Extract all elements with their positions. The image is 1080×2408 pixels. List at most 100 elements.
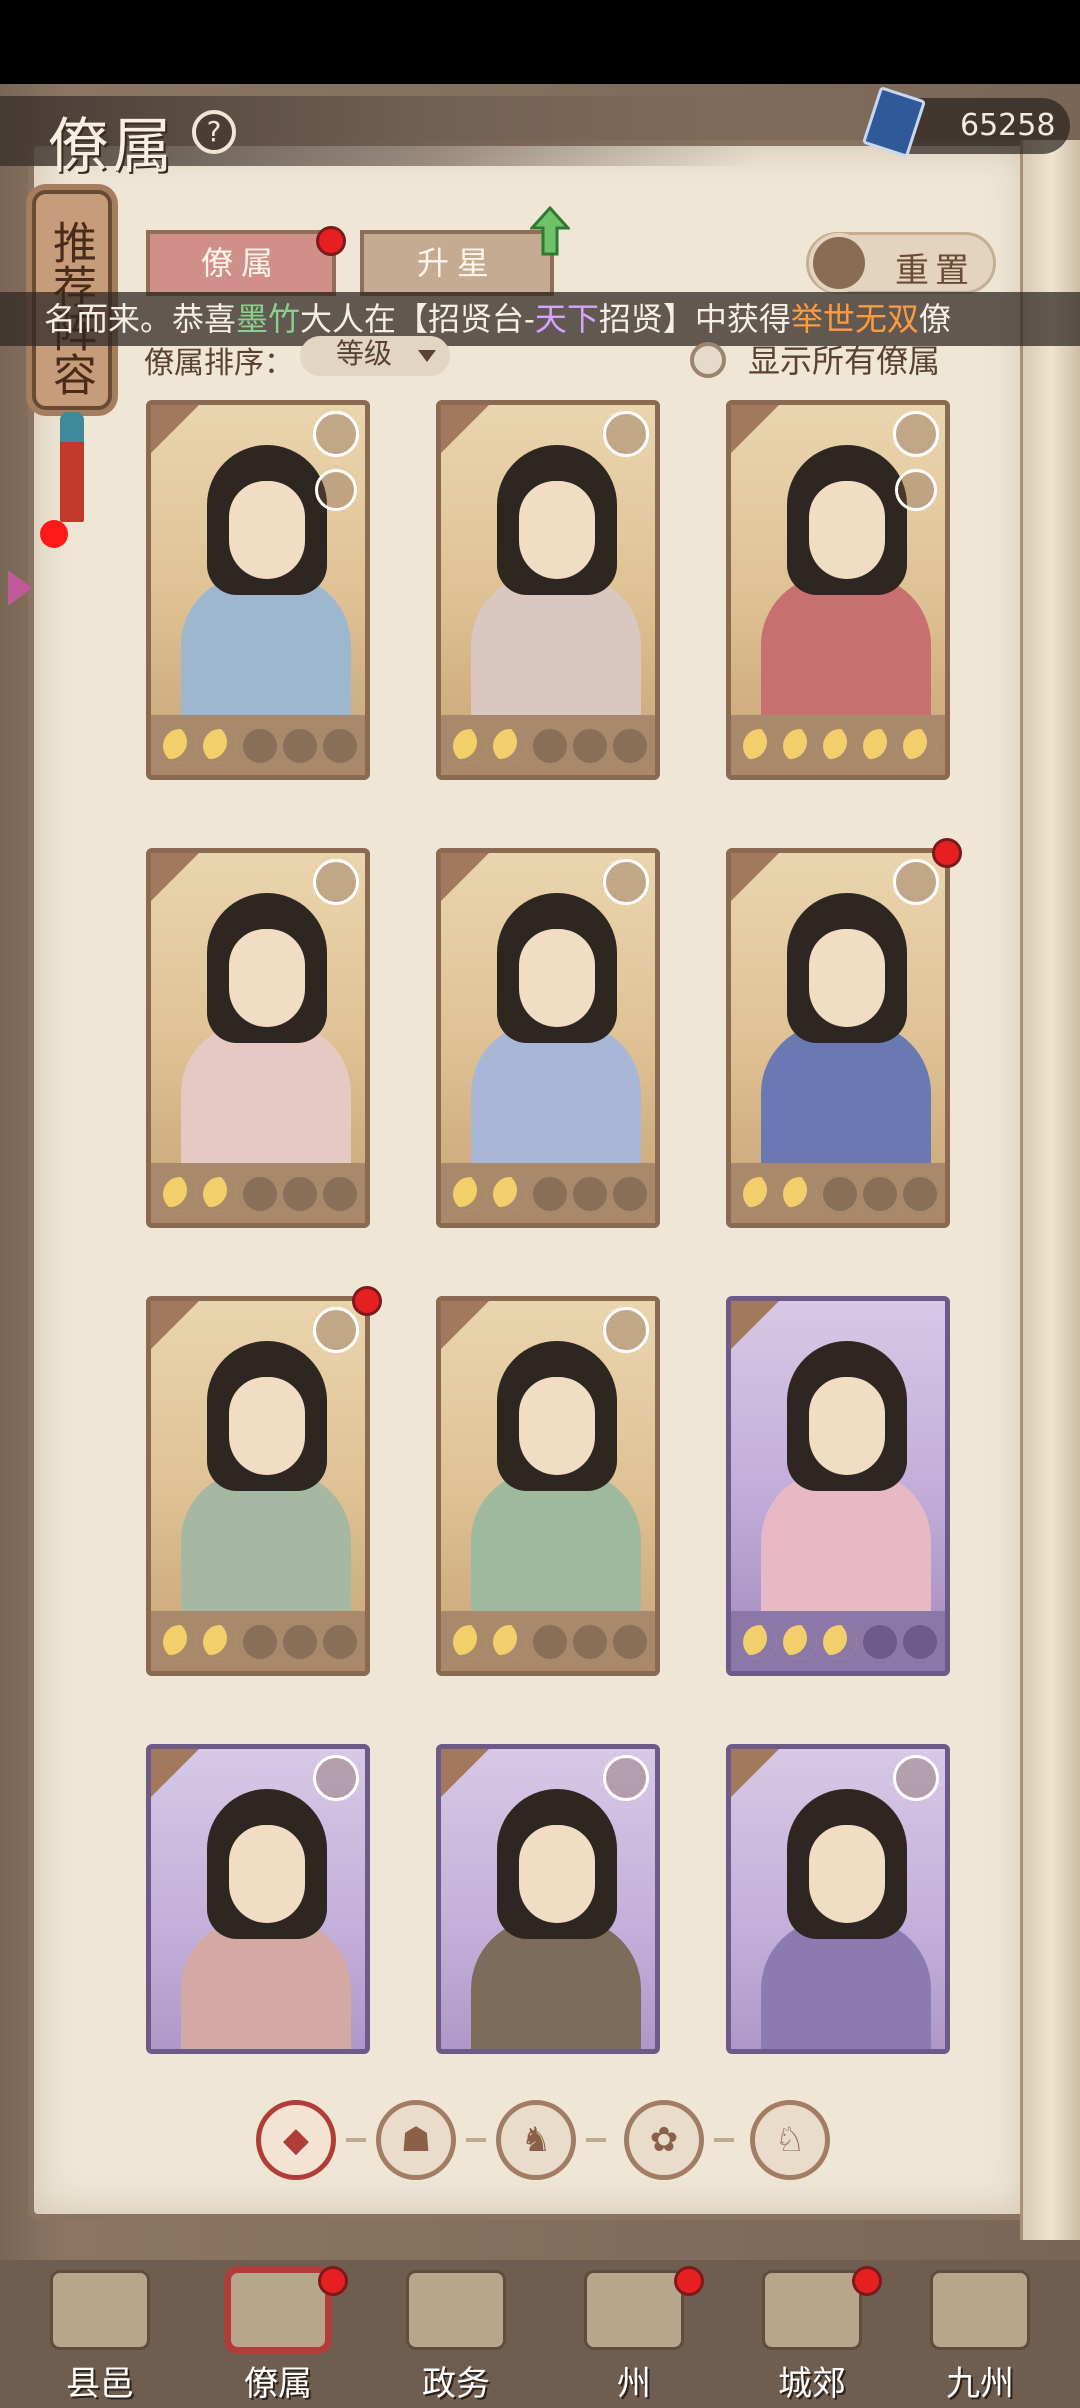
moon-star-filled-icon	[453, 729, 487, 763]
weapon-icon	[603, 1307, 649, 1353]
moon-star-filled-icon	[783, 1177, 817, 1211]
moon-star-filled-icon	[743, 729, 777, 763]
retainer-card[interactable]	[146, 400, 370, 780]
sort-dropdown[interactable]: 等级	[300, 336, 450, 376]
moon-star-empty-icon	[533, 1625, 567, 1659]
portrait-body	[471, 1023, 641, 1173]
portrait-face	[519, 1377, 595, 1475]
retainer-card[interactable]	[146, 848, 370, 1228]
moon-star-empty-icon	[243, 1177, 277, 1211]
nav-notification-dot	[852, 2266, 882, 2296]
portrait-face	[229, 481, 305, 579]
class-icon	[733, 1303, 763, 1333]
weapon-icon	[893, 411, 939, 457]
retainer-level: 1级	[157, 2049, 200, 2054]
team-badge	[315, 469, 357, 511]
filter-fan-button[interactable]: ✿	[624, 2100, 704, 2180]
moon-star-filled-icon	[783, 729, 817, 763]
class-icon	[733, 407, 763, 437]
weapon-icon	[603, 411, 649, 457]
portrait-face	[519, 929, 595, 1027]
retainer-card[interactable]	[436, 848, 660, 1228]
moon-star-filled-icon	[163, 1177, 197, 1211]
retainer-card[interactable]	[146, 1296, 370, 1676]
moon-star-empty-icon	[243, 729, 277, 763]
nav-item[interactable]: 政务	[376, 2270, 536, 2404]
portrait-body	[181, 575, 351, 725]
star-rating	[731, 1611, 945, 1671]
status-bar	[0, 0, 1080, 84]
retainer-card[interactable]	[726, 848, 950, 1228]
reset-button[interactable]: 重置	[806, 232, 996, 294]
moon-star-empty-icon	[903, 1625, 937, 1659]
filter-beast-button[interactable]: ♞	[496, 2100, 576, 2180]
filter-separator	[466, 2138, 486, 2142]
currency-display[interactable]: 65258	[861, 86, 1070, 158]
portrait-body	[761, 1471, 931, 1621]
side-expand-arrow-icon[interactable]	[8, 570, 32, 606]
portrait-body	[181, 1471, 351, 1621]
filter-horse-button[interactable]: ♘	[750, 2100, 830, 2180]
class-icon	[443, 1303, 473, 1333]
moon-star-empty-icon	[323, 1177, 357, 1211]
retainer-card[interactable]	[726, 1296, 950, 1676]
portrait-body	[471, 1471, 641, 1621]
chevron-down-icon	[418, 350, 436, 362]
weapon-icon	[603, 859, 649, 905]
moon-star-empty-icon	[243, 1625, 277, 1659]
portrait-body	[761, 1023, 931, 1173]
portrait-body	[761, 575, 931, 725]
class-icon	[153, 407, 183, 437]
portrait-body	[471, 575, 641, 725]
nav-label: 州	[617, 2364, 651, 2404]
moon-star-empty-icon	[903, 1177, 937, 1211]
star-rating	[441, 1163, 655, 1223]
weapon-icon	[313, 411, 359, 457]
help-icon[interactable]: ?	[192, 110, 236, 154]
nav-building-icon	[406, 2270, 506, 2350]
retainer-card[interactable]: 1级 入幕	[146, 1744, 370, 2054]
filter-all-button[interactable]: ◆	[256, 2100, 336, 2180]
retainer-level: 1级	[737, 2049, 780, 2054]
moon-star-empty-icon	[613, 1177, 647, 1211]
nav-label: 九州	[946, 2364, 1014, 2404]
class-icon	[443, 855, 473, 885]
portrait-body	[761, 1919, 931, 2049]
moon-star-empty-icon	[863, 1625, 897, 1659]
tab-retainers[interactable]: 僚属	[146, 230, 336, 296]
retainer-card[interactable]	[436, 1296, 660, 1676]
moon-star-filled-icon	[783, 1625, 817, 1659]
retainer-card[interactable]	[436, 400, 660, 780]
moon-star-empty-icon	[283, 729, 317, 763]
nav-item[interactable]: 九州	[900, 2270, 1060, 2404]
weapon-icon	[893, 859, 939, 905]
retainer-card[interactable]: 1级 入幕	[726, 1744, 950, 2054]
retainer-card[interactable]: 1级 入幕	[436, 1744, 660, 2054]
tab-retainers-dot	[316, 226, 346, 256]
nav-building-icon	[930, 2270, 1030, 2350]
nav-item[interactable]: 县邑	[20, 2270, 180, 2404]
nav-building-icon	[584, 2270, 684, 2350]
retainer-level: 1级	[447, 2049, 490, 2054]
weapon-icon	[313, 1307, 359, 1353]
weapon-icon	[313, 1755, 359, 1801]
retainer-card[interactable]	[726, 400, 950, 780]
show-all-label: 显示所有僚属	[748, 342, 941, 380]
portrait-face	[809, 481, 885, 579]
show-all-checkbox[interactable]	[690, 342, 726, 378]
class-icon	[153, 1303, 183, 1333]
moon-star-empty-icon	[613, 1625, 647, 1659]
moon-star-empty-icon	[323, 1625, 357, 1659]
moon-star-filled-icon	[453, 1177, 487, 1211]
moon-star-filled-icon	[203, 1625, 237, 1659]
moon-star-empty-icon	[823, 1177, 857, 1211]
tab-star-up[interactable]: 升星	[360, 230, 554, 296]
portrait-body	[181, 1023, 351, 1173]
portrait-face	[519, 1825, 595, 1923]
class-icon	[153, 1751, 183, 1781]
retainer-notification-dot	[352, 1286, 382, 1316]
moon-star-empty-icon	[283, 1177, 317, 1211]
tassel-decoration	[60, 412, 84, 522]
filter-scholar-button[interactable]: ☗	[376, 2100, 456, 2180]
nav-building-icon	[228, 2270, 328, 2350]
